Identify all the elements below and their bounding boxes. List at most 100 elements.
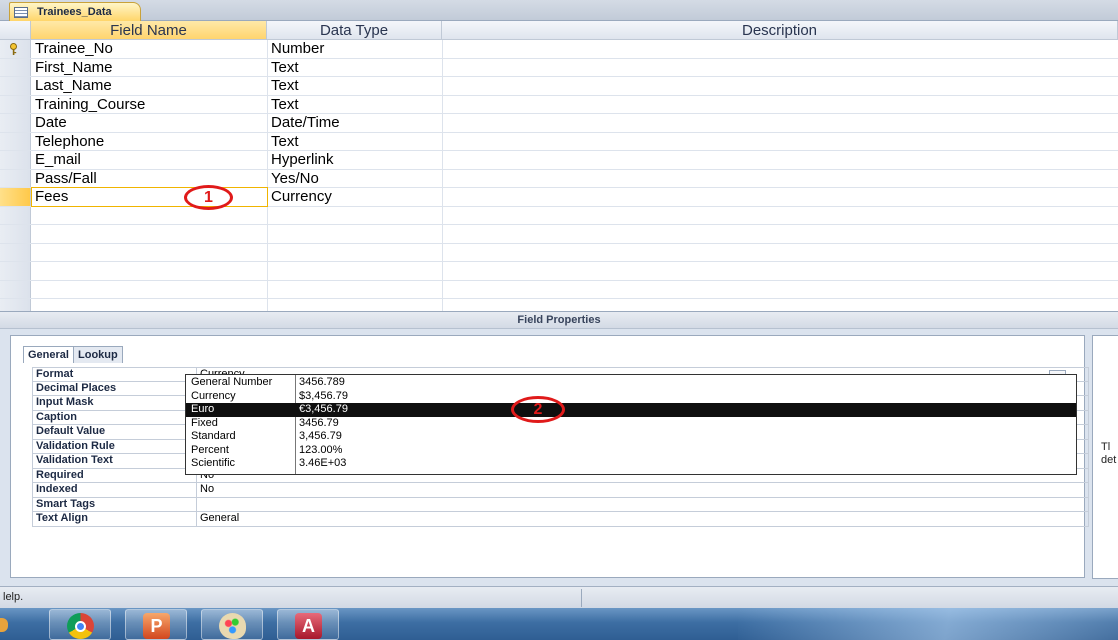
- table-row[interactable]: [0, 206, 1118, 225]
- format-option-euro[interactable]: Euro €3,456.79: [186, 403, 1076, 417]
- taskbar-paint-button[interactable]: [201, 609, 263, 640]
- document-tab-trainees-data[interactable]: Trainees_Data: [9, 2, 141, 21]
- row-selector[interactable]: [0, 77, 31, 95]
- data-type-cell[interactable]: [271, 262, 441, 280]
- field-name-cell[interactable]: Date: [35, 114, 263, 132]
- column-divider: [267, 280, 268, 298]
- property-row-smart-tags[interactable]: Smart Tags: [32, 497, 1089, 512]
- row-selector[interactable]: [0, 151, 31, 169]
- property-divider: [196, 483, 197, 497]
- field-name-cell[interactable]: E_mail: [35, 151, 263, 169]
- row-selector[interactable]: [0, 225, 31, 243]
- field-name-cell[interactable]: [35, 244, 263, 262]
- property-label: Smart Tags: [36, 497, 96, 510]
- access-icon: A: [295, 613, 322, 639]
- field-name-cell[interactable]: Last_Name: [35, 77, 263, 95]
- column-divider: [442, 151, 443, 169]
- table-row[interactable]: Trainee_No Number: [0, 40, 1118, 59]
- property-row-text-align[interactable]: Text Align General: [32, 512, 1089, 527]
- data-type-cell[interactable]: Text: [271, 59, 441, 77]
- table-design-grid: Field Name Data Type Description Trainee…: [0, 21, 1118, 318]
- table-row[interactable]: Last_Name Text: [0, 77, 1118, 96]
- column-divider: [267, 40, 268, 58]
- format-option-percent[interactable]: Percent 123.00%: [186, 444, 1076, 458]
- format-option-scientific[interactable]: Scientific 3.46E+03: [186, 457, 1076, 471]
- field-name-cell[interactable]: Telephone: [35, 133, 263, 151]
- property-divider: [196, 512, 197, 526]
- data-type-cell[interactable]: Date/Time: [271, 114, 441, 132]
- powerpoint-icon: P: [143, 613, 170, 639]
- column-divider: [267, 225, 268, 243]
- data-type-cell[interactable]: Currency: [271, 188, 441, 206]
- data-type-cell[interactable]: [271, 244, 441, 262]
- row-selector[interactable]: [0, 262, 31, 280]
- field-name-cell[interactable]: [35, 225, 263, 243]
- data-type-cell[interactable]: Hyperlink: [271, 151, 441, 169]
- row-selector[interactable]: [0, 280, 31, 298]
- row-selector[interactable]: [0, 132, 31, 150]
- taskbar-access-button[interactable]: A: [277, 609, 339, 640]
- row-selector[interactable]: [0, 243, 31, 261]
- property-help-text: Tl det: [1101, 441, 1116, 467]
- field-name-header: Field Name: [31, 21, 267, 40]
- table-row[interactable]: E_mail Hyperlink: [0, 151, 1118, 170]
- tab-general[interactable]: General: [23, 346, 74, 363]
- data-type-cell[interactable]: Number: [271, 40, 441, 58]
- data-type-cell[interactable]: Text: [271, 96, 441, 114]
- property-label: Text Align: [36, 512, 88, 524]
- taskbar: P A: [0, 608, 1118, 640]
- row-selector[interactable]: [0, 114, 31, 132]
- row-selector[interactable]: [0, 95, 31, 113]
- table-row[interactable]: Date Date/Time: [0, 114, 1118, 133]
- table-row[interactable]: Training_Course Text: [0, 95, 1118, 114]
- data-type-cell[interactable]: [271, 225, 441, 243]
- format-dropdown-list: General Number 3456.789 Currency $3,456.79 E…: [185, 374, 1077, 475]
- property-value[interactable]: No: [200, 483, 1080, 496]
- row-selector[interactable]: [0, 169, 31, 187]
- data-type-cell[interactable]: [271, 207, 441, 225]
- column-divider: [442, 169, 443, 187]
- row-selector-header[interactable]: [0, 21, 31, 40]
- property-label: Default Value: [36, 425, 106, 437]
- format-option-fixed[interactable]: Fixed 3456.79: [186, 417, 1076, 431]
- table-row[interactable]: First_Name Text: [0, 58, 1118, 77]
- start-button-fragment[interactable]: [0, 618, 8, 632]
- property-row-indexed[interactable]: Indexed No: [32, 483, 1089, 498]
- row-selector[interactable]: [0, 40, 31, 58]
- format-option-general-number[interactable]: General Number 3456.789: [186, 376, 1076, 390]
- format-option-currency[interactable]: Currency $3,456.79: [186, 390, 1076, 404]
- format-option-standard[interactable]: Standard 3,456.79: [186, 430, 1076, 444]
- table-row[interactable]: Telephone Text: [0, 132, 1118, 151]
- status-separator: [581, 589, 582, 607]
- primary-key-icon: [9, 43, 18, 56]
- data-type-cell[interactable]: Yes/No: [271, 170, 441, 188]
- field-name-cell[interactable]: [35, 207, 263, 225]
- data-type-cell[interactable]: [271, 281, 441, 299]
- tab-lookup[interactable]: Lookup: [73, 346, 123, 363]
- data-type-cell[interactable]: Text: [271, 77, 441, 95]
- status-bar: lelp.: [0, 586, 1118, 608]
- data-type-cell[interactable]: Text: [271, 133, 441, 151]
- field-name-cell[interactable]: Pass/Fall: [35, 170, 263, 188]
- row-selector[interactable]: [0, 206, 31, 224]
- field-name-cell[interactable]: Trainee_No: [35, 40, 263, 58]
- column-divider: [442, 243, 443, 261]
- field-name-cell[interactable]: First_Name: [35, 59, 263, 77]
- table-row[interactable]: Fees Currency: [0, 187, 1118, 207]
- property-value[interactable]: General: [200, 512, 1080, 525]
- field-name-cell[interactable]: [35, 262, 263, 280]
- data-type-header: Data Type: [267, 21, 442, 40]
- table-row[interactable]: [0, 262, 1118, 281]
- field-name-cell[interactable]: [35, 281, 263, 299]
- taskbar-glow: [738, 608, 1118, 640]
- row-selector[interactable]: [0, 188, 31, 206]
- column-divider: [267, 243, 268, 261]
- table-row[interactable]: [0, 243, 1118, 262]
- table-row[interactable]: Pass/Fall Yes/No: [0, 169, 1118, 188]
- taskbar-chrome-button[interactable]: [49, 609, 111, 640]
- table-row[interactable]: [0, 225, 1118, 244]
- row-selector[interactable]: [0, 58, 31, 76]
- taskbar-powerpoint-button[interactable]: P: [125, 609, 187, 640]
- field-name-cell[interactable]: Training_Course: [35, 96, 263, 114]
- table-row[interactable]: [0, 280, 1118, 299]
